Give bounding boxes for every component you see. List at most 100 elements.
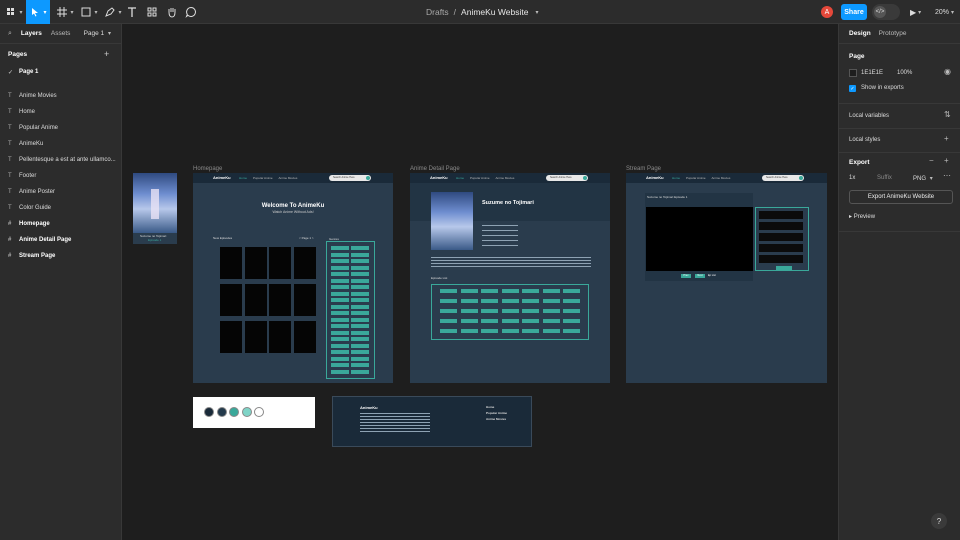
list-item [331, 246, 349, 250]
page-item-pellentesque[interactable]: T Pellentesque a est at ante ullamco... [0, 152, 122, 168]
footer-logo: AnimeKu [360, 405, 378, 410]
frame-label-stream[interactable]: Stream Page [626, 166, 661, 172]
list-item [563, 289, 580, 293]
frame-label-detail[interactable]: Anime Detail Page [410, 166, 460, 172]
page-item-popular-anime[interactable]: T Popular Anime [0, 120, 122, 136]
frame-tool-button[interactable]: ▾ [54, 0, 76, 24]
page-color-swatch[interactable] [849, 69, 857, 77]
add-page-button[interactable]: + [104, 49, 109, 59]
tab-prototype[interactable]: Prototype [879, 30, 907, 37]
page-selector[interactable]: Page 1 ▾ [84, 30, 111, 37]
stream-episode-item [759, 244, 803, 252]
list-item [351, 265, 369, 270]
add-export-icon[interactable]: + [944, 156, 949, 165]
list-item [331, 337, 349, 341]
export-format-select[interactable]: PNG ▾ [913, 175, 933, 182]
remove-export-icon[interactable]: − [929, 156, 934, 165]
list-item [351, 304, 369, 309]
anime-poster-image[interactable] [133, 173, 177, 233]
export-button[interactable]: Export AnimeKu Website [849, 190, 953, 204]
frame-layer-icon: # [8, 237, 12, 243]
list-item [351, 278, 369, 283]
page-item-anime-detail-page[interactable]: # Anime Detail Page [0, 232, 122, 248]
text-layer-icon: T [8, 189, 12, 195]
tab-assets[interactable]: Assets [51, 30, 71, 37]
page-item-home[interactable]: T Home [0, 104, 122, 120]
resources-button[interactable] [145, 0, 159, 24]
list-item [542, 329, 560, 333]
hand-tool-button[interactable] [165, 0, 179, 24]
new-episodes-label: New Episodes [213, 236, 233, 240]
main-menu-button[interactable]: ▾ [4, 0, 24, 24]
page-item-homepage[interactable]: # Homepage [0, 216, 122, 232]
stream-navbar: AnimeKu Home Popular Anime Anime Movies Se… [626, 173, 827, 183]
page-item-page-1[interactable]: ✓ Page 1 [0, 64, 122, 80]
nav-popular: Popular Anime [686, 176, 706, 180]
show-exports-label: Show in exports [861, 85, 904, 91]
detail-frame[interactable]: AnimeKu Home Popular Anime Anime Movies Se… [410, 173, 610, 383]
shape-tool-button[interactable]: ▾ [78, 0, 100, 24]
file-name[interactable]: AnimeKu Website [461, 7, 528, 17]
footer-frame[interactable]: AnimeKu Home Popular Anime Anime Movies [332, 396, 532, 447]
page-opacity[interactable]: 100% [897, 70, 912, 76]
comment-tool-button[interactable] [184, 0, 198, 24]
tab-layers[interactable]: Layers [21, 30, 42, 37]
show-exports-checkbox[interactable]: ✓ [849, 85, 856, 92]
eye-icon[interactable]: ◉ [944, 67, 951, 76]
list-item [331, 259, 349, 263]
list-item [522, 309, 539, 313]
present-button[interactable]: ▶ ▾ [910, 0, 921, 24]
stream-frame[interactable]: AnimeKu Home Popular Anime Anime Movies Se… [626, 173, 827, 383]
list-item [331, 252, 349, 257]
page-item-anime-movies[interactable]: T Anime Movies [0, 88, 122, 104]
list-item [501, 309, 519, 313]
genres-label: Genres [329, 237, 339, 241]
list-item [481, 289, 498, 293]
homepage-frame[interactable]: AnimeKu Home Popular Anime Anime Movies Se… [193, 173, 393, 383]
search-icon[interactable]: ⌕ [8, 30, 12, 38]
list-item [331, 369, 349, 374]
page-item-footer[interactable]: T Footer [0, 168, 122, 184]
move-tool-button[interactable]: ▾ [26, 0, 50, 24]
canvas[interactable]: Suzume no Tojimari Episode 1 Homepage An… [122, 24, 838, 540]
share-button[interactable]: Share [841, 4, 867, 20]
footer-movies: Anime Movies [486, 417, 507, 421]
poster-subtitle: Episode 1 [148, 238, 162, 242]
more-options-icon[interactable]: ⋯ [943, 171, 951, 180]
page-item-animeku[interactable]: T AnimeKu [0, 136, 122, 152]
avatar[interactable]: A [821, 6, 833, 18]
page-color-hex[interactable]: 1E1E1E [861, 70, 883, 76]
pen-icon [105, 7, 116, 17]
color-guide-frame[interactable] [193, 397, 315, 428]
dev-mode-toggle[interactable]: </> [872, 4, 900, 20]
text-layer-icon: T [8, 109, 12, 115]
nav-movies: Anime Movies [711, 176, 731, 180]
preview-toggle[interactable]: ▸ Preview [849, 213, 875, 220]
list-item [351, 343, 369, 348]
list-item [522, 299, 539, 303]
breadcrumb: Drafts / AnimeKu Website ▾ [426, 0, 538, 24]
help-button[interactable]: ? [931, 513, 947, 529]
list-item [542, 319, 560, 323]
stream-title: Suzume no Tojimari Episode 1 [647, 195, 688, 199]
export-scale[interactable]: 1x [849, 175, 855, 181]
pager: < Page 1 > [299, 236, 314, 240]
add-style-icon[interactable]: + [944, 134, 949, 143]
zoom-menu[interactable]: 20% ▾ [935, 0, 954, 24]
layers-panel: ⌕ Layers Assets Page 1 ▾ Pages + ✓ Page 1… [0, 24, 122, 540]
frame-label-homepage[interactable]: Homepage [193, 166, 222, 172]
list-item [440, 289, 457, 293]
breadcrumb-drafts[interactable]: Drafts [426, 7, 449, 17]
page-item-stream-page[interactable]: # Stream Page [0, 248, 122, 264]
chevron-down-icon[interactable]: ▾ [535, 9, 538, 16]
list-item [351, 330, 369, 335]
page-item-anime-poster[interactable]: T Anime Poster [0, 184, 122, 200]
page-item-color-guide[interactable]: T Color Guide [0, 200, 122, 216]
list-item [522, 319, 539, 323]
variables-icon[interactable]: ⇅ [944, 110, 951, 119]
export-suffix-input[interactable]: Suffix [877, 175, 892, 181]
page-list: ✓ Page 1 T Anime Movies T Home T Popular Ani… [0, 64, 122, 264]
pen-tool-button[interactable]: ▾ [102, 0, 124, 24]
text-tool-button[interactable] [125, 0, 139, 24]
tab-design[interactable]: Design [849, 30, 871, 37]
